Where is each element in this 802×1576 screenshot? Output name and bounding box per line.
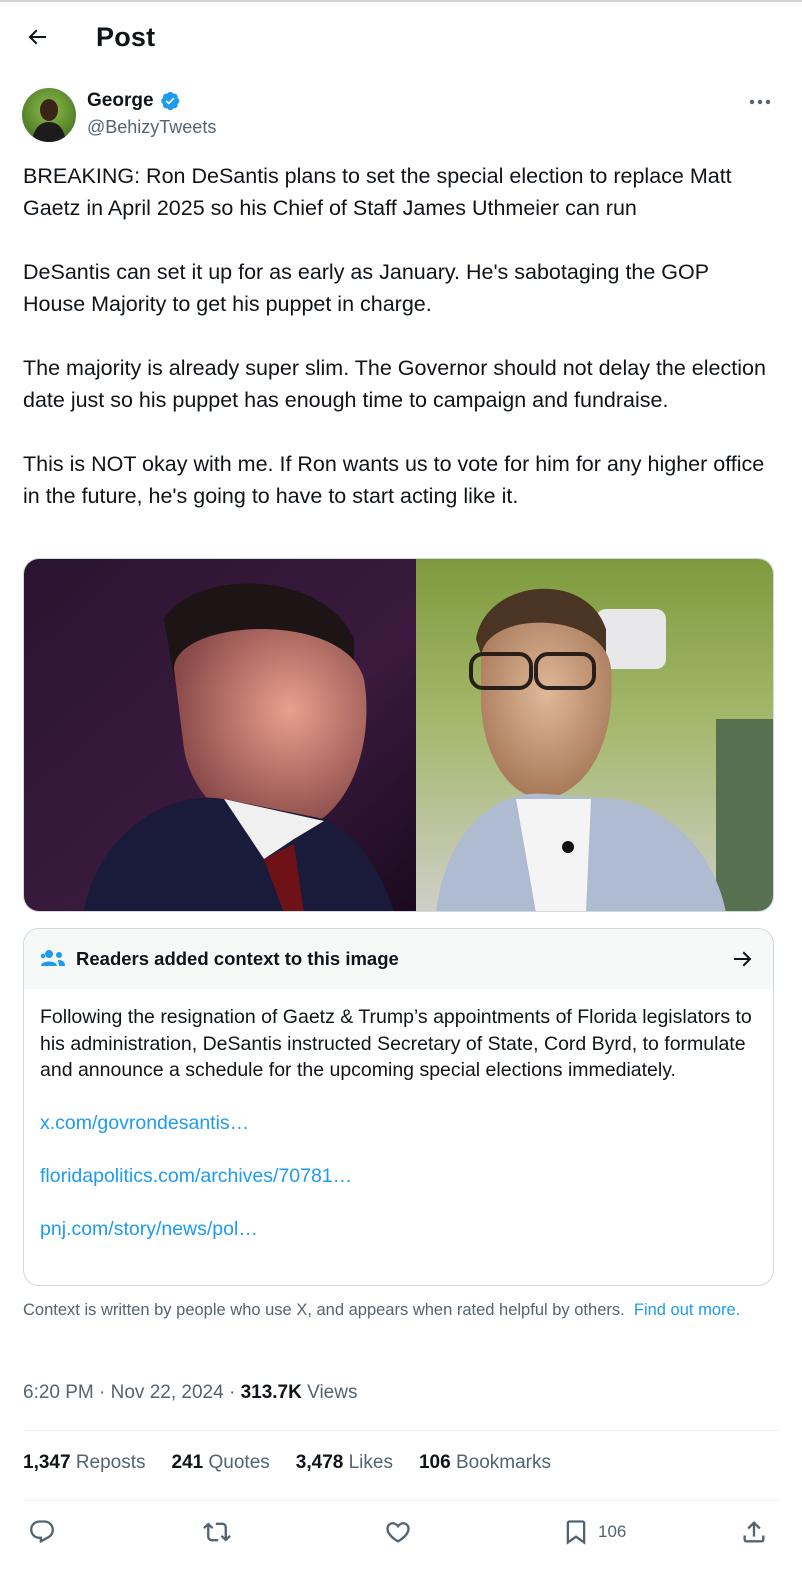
views-label: Views xyxy=(301,1382,358,1403)
reposts-label: Reposts xyxy=(75,1452,146,1473)
media-photo-left[interactable] xyxy=(24,559,416,911)
divider xyxy=(23,1500,779,1501)
stat-reposts[interactable]: 1,347 Reposts xyxy=(23,1452,146,1474)
likes-label: Likes xyxy=(348,1452,393,1473)
photo-right-image xyxy=(416,559,773,911)
context-disclaimer: Context is written by people who use X, … xyxy=(23,1300,773,1321)
post-text: BREAKING: Ron DeSantis plans to set the … xyxy=(23,160,775,512)
repost-icon xyxy=(203,1522,231,1542)
post-paragraph: This is NOT okay with me. If Ron wants u… xyxy=(23,452,765,508)
stat-likes[interactable]: 3,478 Likes xyxy=(296,1452,393,1474)
bookmark-button[interactable]: 106 xyxy=(562,1518,626,1546)
community-note-text: Following the resignation of Gaetz & Tru… xyxy=(40,1006,752,1081)
find-out-more-link[interactable]: Find out more. xyxy=(634,1301,740,1319)
verified-badge-icon xyxy=(160,91,179,111)
post-paragraph: The majority is already super slim. The … xyxy=(23,356,766,412)
page-header: Post xyxy=(0,2,802,72)
bookmark-count: 106 xyxy=(598,1522,627,1541)
reposts-count: 1,347 xyxy=(23,1452,71,1473)
more-options-button[interactable] xyxy=(746,94,774,110)
community-note-title: Readers added context to this image xyxy=(76,948,399,969)
share-button[interactable] xyxy=(740,1518,768,1546)
author-handle[interactable]: @BehizyTweets xyxy=(87,117,216,138)
author-name[interactable]: George xyxy=(87,90,154,112)
community-note[interactable]: Readers added context to this image Foll… xyxy=(23,928,774,1286)
repost-button[interactable] xyxy=(203,1518,231,1546)
views-count: 313.7K xyxy=(240,1382,302,1403)
quotes-count: 241 xyxy=(171,1452,204,1473)
arrow-right-icon[interactable] xyxy=(731,947,755,971)
action-bar: 106 xyxy=(0,1514,802,1554)
like-icon xyxy=(386,1522,410,1543)
quotes-label: Quotes xyxy=(208,1452,270,1473)
note-source-link[interactable]: floridapolitics.com/archives/70781… xyxy=(40,1163,757,1189)
divider xyxy=(23,1430,779,1431)
reply-button[interactable] xyxy=(28,1518,56,1546)
likes-count: 3,478 xyxy=(295,1452,344,1473)
disclaimer-text: Context is written by people who use X, … xyxy=(23,1301,625,1319)
page-title: Post xyxy=(96,22,156,52)
note-source-link[interactable]: x.com/govrondesantis… xyxy=(40,1110,757,1136)
avatar-image xyxy=(22,88,76,142)
post-paragraph: DeSantis can set it up for as early as J… xyxy=(23,260,709,316)
note-source-link[interactable]: pnj.com/story/news/pol… xyxy=(40,1216,757,1242)
bookmarks-count: 106 xyxy=(418,1452,451,1473)
like-button[interactable] xyxy=(384,1518,412,1546)
community-note-header[interactable]: Readers added context to this image xyxy=(24,929,773,989)
post-paragraph: BREAKING: Ron DeSantis plans to set the … xyxy=(23,164,732,220)
back-arrow-icon xyxy=(28,29,46,45)
photo-left-image xyxy=(24,559,416,911)
author-row: George @BehizyTweets xyxy=(22,88,780,144)
bookmark-icon xyxy=(566,1520,586,1545)
media-photo-right[interactable] xyxy=(416,559,773,911)
stat-quotes[interactable]: 241 Quotes xyxy=(172,1452,270,1474)
bookmarks-label: Bookmarks xyxy=(455,1452,551,1473)
engagement-stats: 1,347 Reposts 241 Quotes 3,478 Likes 106… xyxy=(23,1452,551,1474)
back-button[interactable] xyxy=(20,20,54,54)
more-options-icon xyxy=(749,99,771,105)
share-icon xyxy=(743,1521,765,1543)
reply-icon xyxy=(30,1520,54,1544)
community-note-body: Following the resignation of Gaetz & Tru… xyxy=(24,989,773,1242)
community-note-icon xyxy=(40,950,65,966)
author-name-wrap: George xyxy=(87,90,181,112)
post-timestamp: 6:20 PM · Nov 22, 2024 · 313.7K Views xyxy=(23,1382,357,1404)
post-media[interactable] xyxy=(23,558,774,912)
timestamp-text[interactable]: 6:20 PM · Nov 22, 2024 · xyxy=(23,1382,241,1403)
avatar[interactable] xyxy=(22,88,76,142)
stat-bookmarks[interactable]: 106 Bookmarks xyxy=(419,1452,551,1474)
